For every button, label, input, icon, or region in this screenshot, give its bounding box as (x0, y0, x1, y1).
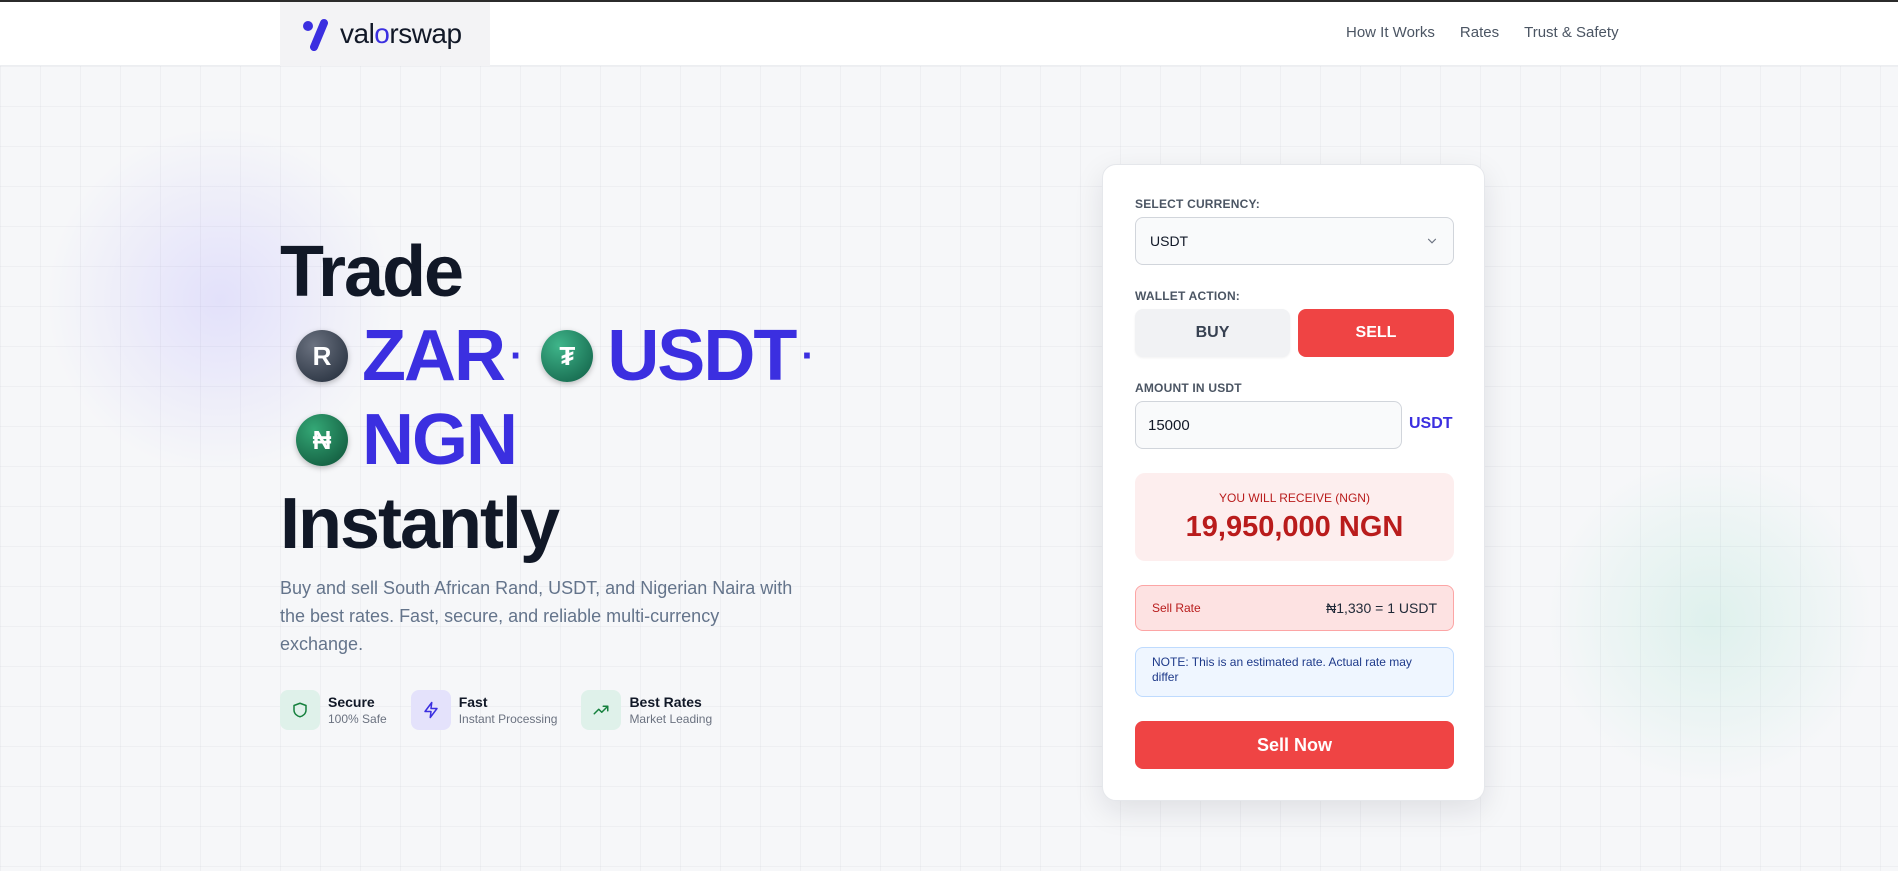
zar-coin-icon: R (296, 330, 348, 382)
site-header: valorswap How It Works Rates Trust & Saf… (0, 2, 1898, 66)
amount-input[interactable]: 15000 (1135, 401, 1402, 449)
feature-subtitle: Instant Processing (458, 712, 558, 726)
exchange-card: SELECT CURRENCY: USDT WALLET ACTION: BUY… (1102, 164, 1485, 801)
feature-title: Secure (328, 694, 375, 710)
valorswap-logo-icon (303, 19, 328, 51)
hero-currency-row-1: R ZAR · ₮ USDT · (280, 314, 819, 398)
brand-name: valorswap (340, 18, 462, 49)
lightning-icon (410, 690, 451, 730)
brand-logo[interactable]: valorswap (280, 2, 490, 66)
nav-how-it-works[interactable]: How It Works (1346, 24, 1435, 41)
feature-best-rates: Best Rates Market Leading (581, 690, 712, 730)
nav-rates[interactable]: Rates (1460, 24, 1499, 41)
select-currency-label: SELECT CURRENCY: (1135, 197, 1260, 211)
nav-trust-safety[interactable]: Trust & Safety (1524, 24, 1618, 41)
amount-label: AMOUNT IN USDT (1135, 381, 1242, 395)
sell-button[interactable]: SELL (1298, 309, 1454, 357)
currency-select[interactable]: USDT (1135, 217, 1454, 265)
separator-dot: · (509, 334, 523, 378)
currency-select-value: USDT (1150, 233, 1189, 249)
hero-line-instantly: Instantly (280, 484, 560, 564)
receive-label: YOU WILL RECEIVE (NGN) (1219, 491, 1370, 505)
sell-now-button[interactable]: Sell Now (1135, 721, 1454, 769)
receive-amount: 19,950,000 NGN (1185, 511, 1404, 543)
naira-coin-icon: ₦ (296, 414, 348, 466)
feature-fast: Fast Instant Processing (410, 690, 558, 730)
tether-coin-icon: ₮ (541, 330, 594, 382)
hero-subtitle: Buy and sell South African Rand, USDT, a… (280, 578, 793, 654)
separator-dot: · (801, 334, 814, 378)
receive-panel: YOU WILL RECEIVE (NGN) 19,950,000 NGN (1135, 473, 1454, 561)
feature-title: Fast (458, 694, 488, 710)
feature-subtitle: 100% Safe (328, 712, 387, 726)
shield-icon (280, 690, 320, 730)
main-nav: How It Works Rates Trust & Safety (1346, 24, 1619, 41)
rate-note: NOTE: This is an estimated rate. Actual … (1135, 647, 1454, 697)
hero-line-trade: Trade (280, 232, 464, 312)
trending-up-icon (581, 690, 622, 730)
feature-list: Secure 100% Safe Fast Instant Processing… (280, 690, 736, 730)
amount-unit: USDT (1409, 415, 1453, 432)
feature-secure: Secure 100% Safe (280, 690, 387, 730)
hero-currency-zar: ZAR (362, 316, 506, 396)
rate-label: Sell Rate (1152, 601, 1201, 615)
rate-panel: Sell Rate ₦1,330 = 1 USDT (1135, 585, 1454, 631)
chevron-down-icon (1427, 238, 1437, 244)
hero-heading: Trade R ZAR · ₮ USDT · ₦ NGN Instantly (280, 230, 819, 566)
hero-currency-usdt: USDT (607, 316, 797, 396)
buy-button[interactable]: BUY (1135, 309, 1290, 357)
hero-currency-ngn: NGN (362, 400, 518, 480)
hero-currency-row-2: ₦ NGN (280, 398, 819, 482)
feature-subtitle: Market Leading (629, 712, 713, 726)
wallet-action-label: WALLET ACTION: (1135, 289, 1241, 303)
rate-value: ₦1,330 = 1 USDT (1326, 600, 1437, 616)
background-glow-green (1540, 460, 1880, 780)
feature-title: Best Rates (629, 694, 702, 710)
